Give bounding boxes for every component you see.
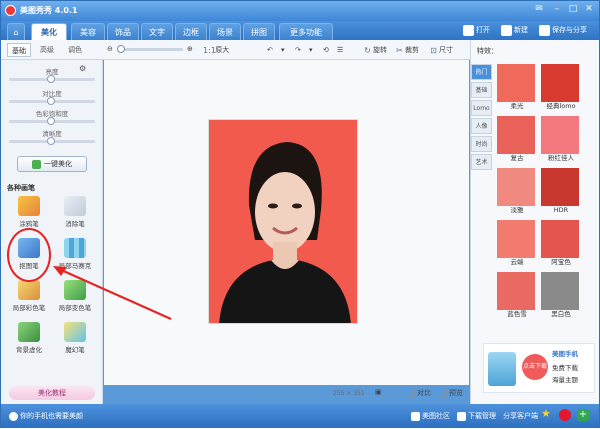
- app-window: 美图秀秀 4.0.1 ✉ – □ ✕ ⌂ 美化 美容 饰品 文字 边框 场景 拼…: [0, 0, 600, 428]
- annotation-arrow: [53, 266, 172, 321]
